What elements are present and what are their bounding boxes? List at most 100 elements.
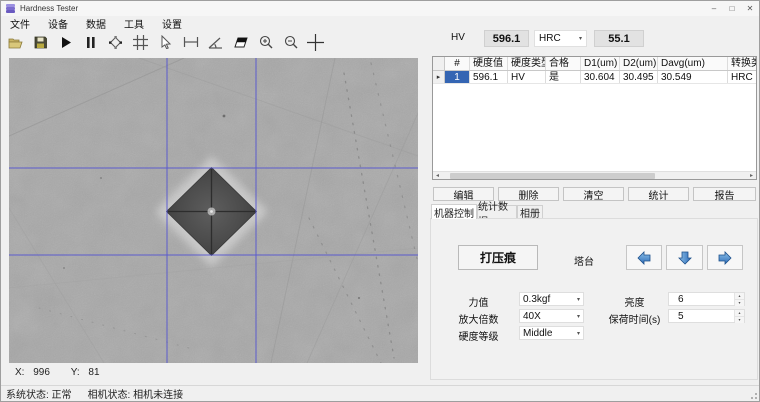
- brightness-input[interactable]: 6 ▴ ▾: [668, 292, 745, 306]
- maximize-button[interactable]: □: [723, 1, 741, 16]
- coord-x-value: 996: [33, 367, 50, 378]
- menubar: 文件 设备 数据 工具 设置: [1, 16, 759, 31]
- resize-grip[interactable]: [747, 389, 757, 399]
- brightness-label: 亮度: [624, 298, 645, 309]
- minimize-button[interactable]: –: [705, 1, 723, 16]
- turret-left-button[interactable]: [626, 245, 662, 270]
- crosshair-icon[interactable]: [303, 31, 328, 53]
- grid-icon[interactable]: [128, 31, 153, 53]
- spinner-buttons[interactable]: ▴ ▾: [734, 293, 744, 306]
- converted-value-display: 55.1: [594, 30, 644, 47]
- menu-settings[interactable]: 设置: [153, 16, 191, 31]
- col-hardness[interactable]: 硬度值: [470, 57, 508, 70]
- eraser-icon[interactable]: [228, 31, 253, 53]
- zoom-out-icon[interactable]: [278, 31, 303, 53]
- angle-measure-icon[interactable]: [203, 31, 228, 53]
- cell-pass[interactable]: 是: [546, 71, 581, 83]
- force-label: 力值: [468, 298, 489, 309]
- grade-select[interactable]: Middle ▾: [519, 326, 584, 340]
- spinner-buttons[interactable]: ▴ ▾: [734, 310, 744, 323]
- clear-button[interactable]: 清空: [563, 187, 624, 202]
- col-davg[interactable]: Davg(um): [658, 57, 728, 70]
- col-convert[interactable]: 转换类型: [728, 57, 756, 70]
- magnification-value: 40X: [523, 310, 541, 322]
- toolbar: [3, 30, 328, 54]
- force-value: 0.3kgf: [523, 293, 551, 305]
- pause-icon[interactable]: [78, 31, 103, 53]
- turret-down-button[interactable]: [666, 245, 703, 270]
- scrollbar-thumb[interactable]: [450, 172, 655, 179]
- turret-right-button[interactable]: [707, 245, 743, 270]
- convert-type-select[interactable]: HRC ▾: [534, 30, 587, 47]
- cell-index[interactable]: 1: [445, 71, 470, 83]
- menu-device[interactable]: 设备: [39, 16, 77, 31]
- cell-convert[interactable]: HRC: [728, 71, 756, 83]
- col-d2[interactable]: D2(um): [620, 57, 658, 70]
- arrow-left-icon: [637, 250, 651, 265]
- save-icon[interactable]: [28, 31, 53, 53]
- grade-value: Middle: [523, 327, 553, 339]
- arrow-right-icon: [718, 250, 732, 265]
- tab-statistics-data[interactable]: 统计数据: [477, 202, 517, 228]
- chevron-down-icon: ▾: [578, 36, 582, 42]
- tab-album[interactable]: 相册: [517, 205, 543, 220]
- magnification-label: 放大倍数: [458, 315, 499, 326]
- brightness-value: 6: [678, 293, 684, 305]
- auto-measure-icon[interactable]: [103, 31, 128, 53]
- titlebar: Hardness Tester – □ ✕: [1, 1, 759, 16]
- chevron-down-icon: ▾: [576, 313, 580, 320]
- magnification-select[interactable]: 40X ▾: [519, 309, 584, 323]
- coord-x-label: X:: [15, 367, 25, 378]
- length-measure-icon[interactable]: [178, 31, 203, 53]
- play-icon[interactable]: [53, 31, 78, 53]
- menu-file[interactable]: 文件: [1, 16, 39, 31]
- cell-d1[interactable]: 30.604: [581, 71, 620, 83]
- scroll-left-icon[interactable]: ◂: [433, 172, 442, 179]
- chevron-down-icon: ▾: [576, 296, 580, 303]
- results-table: # 硬度值 硬度类型 合格 D1(um) D2(um) Davg(um) 转换类…: [432, 56, 757, 180]
- convert-type-value: HRC: [539, 33, 561, 44]
- cell-hardness[interactable]: 596.1: [470, 71, 508, 83]
- dwell-time-value: 5: [678, 310, 684, 322]
- spin-up-icon: ▴: [735, 293, 744, 300]
- cell-type[interactable]: HV: [508, 71, 546, 83]
- app-window: Hardness Tester – □ ✕ 文件 设备 数据 工具 设置 X: …: [0, 0, 760, 402]
- cell-davg[interactable]: 30.549: [658, 71, 728, 83]
- dwell-time-input[interactable]: 5 ▴ ▾: [668, 309, 745, 323]
- cell-d2[interactable]: 30.495: [620, 71, 658, 83]
- menu-data[interactable]: 数据: [77, 16, 115, 31]
- tab-machine-control[interactable]: 机器控制: [431, 204, 477, 220]
- arrow-down-icon: [677, 251, 692, 265]
- statistics-button[interactable]: 统计: [628, 187, 689, 202]
- camera-view[interactable]: [9, 58, 418, 363]
- window-title: Hardness Tester: [20, 4, 79, 13]
- make-indent-button[interactable]: 打压痕: [458, 245, 538, 270]
- col-pass[interactable]: 合格: [546, 57, 581, 70]
- spin-down-icon: ▾: [735, 300, 744, 306]
- coord-y-label: Y:: [70, 367, 80, 378]
- report-button[interactable]: 报告: [693, 187, 756, 202]
- system-status: 系统状态: 正常: [6, 390, 72, 401]
- col-index[interactable]: #: [445, 57, 470, 70]
- table-horizontal-scrollbar[interactable]: ◂ ▸: [433, 171, 756, 179]
- zoom-in-icon[interactable]: [253, 31, 278, 53]
- force-select[interactable]: 0.3kgf ▾: [519, 292, 584, 306]
- col-type[interactable]: 硬度类型: [508, 57, 546, 70]
- cursor-icon[interactable]: [153, 31, 178, 53]
- turret-label: 塔台: [574, 257, 594, 268]
- statusbar: 系统状态: 正常 相机状态: 相机未连接: [1, 385, 759, 401]
- grade-label: 硬度等级: [458, 332, 499, 343]
- hardness-value-display: 596.1: [484, 30, 529, 47]
- close-button[interactable]: ✕: [741, 1, 759, 16]
- cursor-coordinates: X: 996 Y: 81: [15, 367, 106, 378]
- col-d1[interactable]: D1(um): [581, 57, 620, 70]
- scroll-right-icon[interactable]: ▸: [747, 172, 756, 179]
- table-row[interactable]: ▸ 1 596.1 HV 是 30.604 30.495 30.549 HRC: [433, 71, 756, 84]
- spin-down-icon: ▾: [735, 317, 744, 323]
- menu-tools[interactable]: 工具: [115, 16, 153, 31]
- app-icon: [6, 4, 15, 13]
- camera-status: 相机状态: 相机未连接: [87, 390, 184, 401]
- dwell-time-label: 保荷时间(s): [608, 315, 661, 326]
- open-icon[interactable]: [3, 31, 28, 53]
- spin-up-icon: ▴: [735, 310, 744, 317]
